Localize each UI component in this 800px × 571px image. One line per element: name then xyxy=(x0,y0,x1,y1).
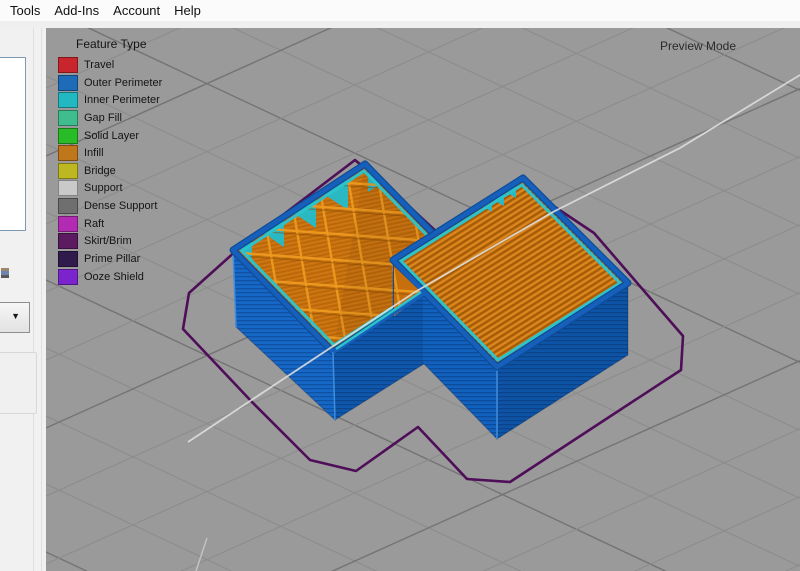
gap-fill-swatch xyxy=(58,110,78,126)
panel-divider xyxy=(33,28,34,571)
scene-svg xyxy=(46,28,800,571)
menu-add-ins[interactable]: Add-Ins xyxy=(47,1,106,20)
infill-swatch xyxy=(58,145,78,161)
panel-dropdown[interactable]: ▼ xyxy=(0,302,30,333)
legend-title: Feature Type xyxy=(76,37,147,51)
menu-bar: Tools Add-Ins Account Help xyxy=(0,0,800,21)
support-swatch xyxy=(58,180,78,196)
toolbar-strip xyxy=(0,21,800,28)
menu-help[interactable]: Help xyxy=(167,1,208,20)
inner-perimeter-swatch xyxy=(58,92,78,108)
panel-icon xyxy=(1,268,9,278)
preview-mode-label: Preview Mode xyxy=(660,39,736,53)
panel-groupbox xyxy=(0,352,37,414)
skirt-brim-swatch xyxy=(58,233,78,249)
outer-perimeter-swatch xyxy=(58,75,78,91)
travel-swatch xyxy=(58,57,78,73)
raft-swatch xyxy=(58,216,78,232)
chevron-down-icon: ▼ xyxy=(11,312,20,321)
panel-divider-2 xyxy=(41,28,42,571)
menu-account[interactable]: Account xyxy=(106,1,167,20)
process-list[interactable] xyxy=(0,57,26,231)
bridge-swatch xyxy=(58,163,78,179)
ooze-shield-swatch xyxy=(58,269,78,285)
menu-tools[interactable]: Tools xyxy=(3,1,47,20)
prime-pillar-swatch xyxy=(58,251,78,267)
solid-layer-swatch xyxy=(58,128,78,144)
settings-panel: ▼ xyxy=(0,28,46,571)
3d-viewport[interactable]: Feature Type Preview Mode Travel Outer P… xyxy=(46,28,800,571)
dense-support-swatch xyxy=(58,198,78,214)
